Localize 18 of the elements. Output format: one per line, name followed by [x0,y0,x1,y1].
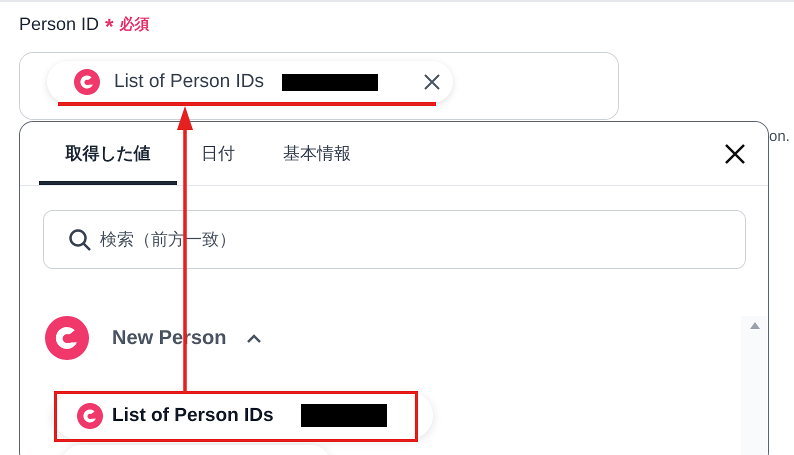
app-logo-icon [45,316,89,360]
person-id-field[interactable]: List of Person IDs [19,52,619,120]
list-item[interactable]: List of Person IDs [53,392,433,439]
field-label: Person ID [19,14,100,34]
close-button[interactable] [724,142,746,164]
tab[interactable]: 取得した値 [39,122,177,185]
value-chip[interactable]: List of Person IDs [47,61,453,103]
tab[interactable]: 基本情報 [259,122,375,185]
helper-text: on. [769,128,790,145]
caret-icon[interactable] [246,333,262,343]
tab[interactable]: 日付 [177,122,259,185]
chip-label: List of Person IDs [114,71,264,93]
app-logo-icon [77,402,103,428]
search-icon [68,228,92,252]
required-mark: * [105,13,114,38]
required-text: 必須 [120,14,150,34]
remove-icon[interactable] [423,73,441,91]
app-logo-icon [74,69,100,95]
